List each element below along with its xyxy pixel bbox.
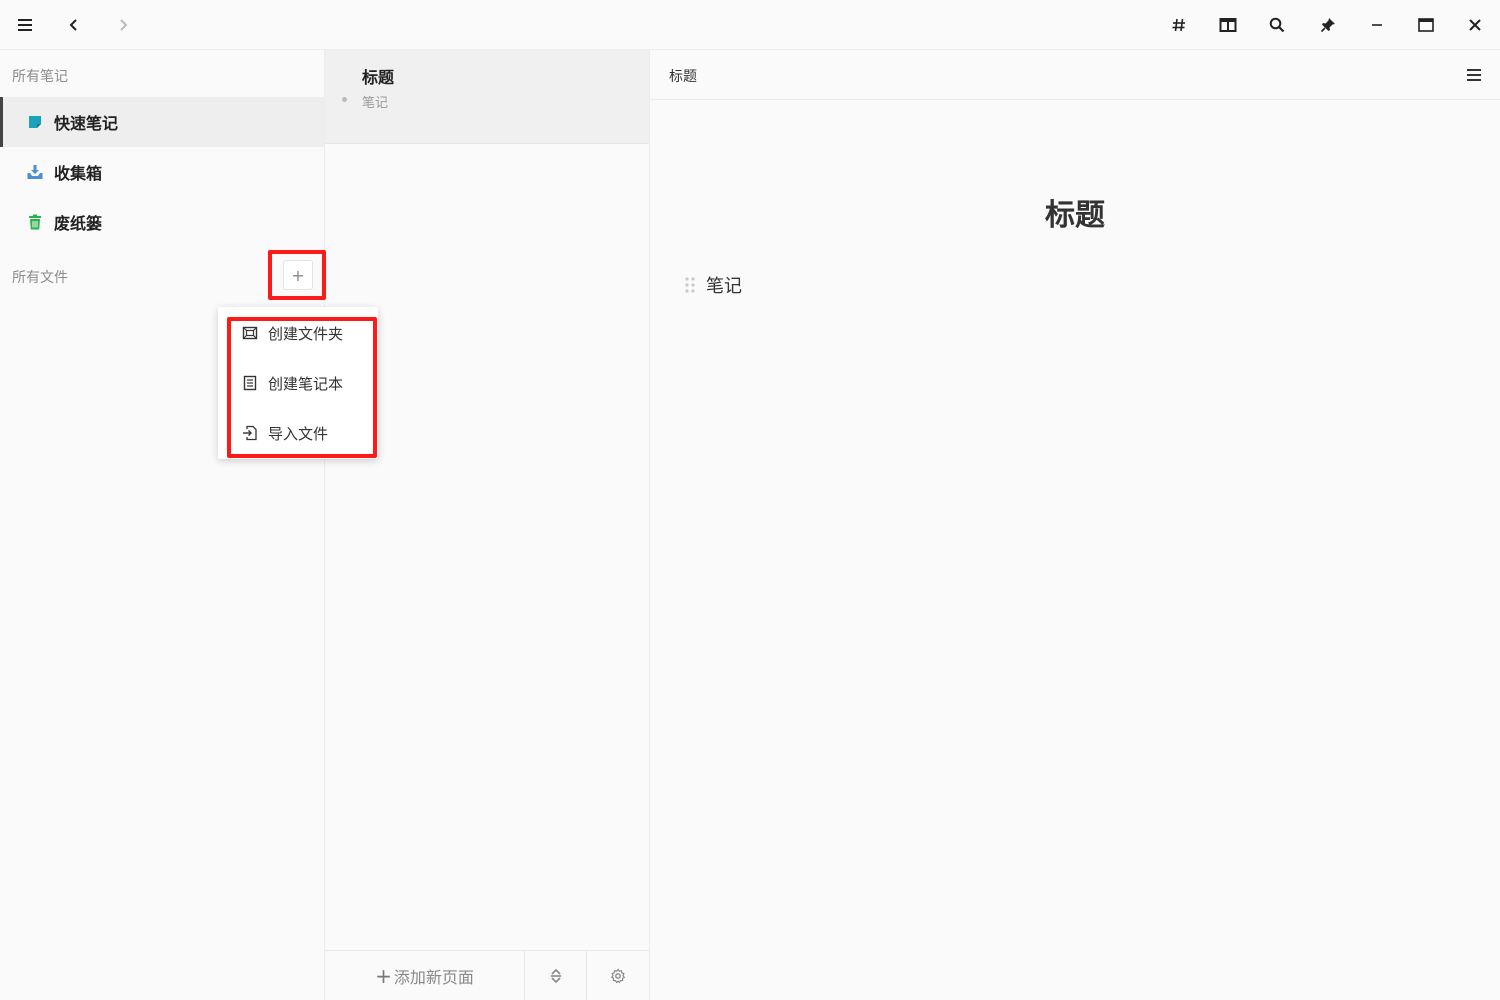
plus-icon: + [375, 964, 392, 988]
split-view-icon[interactable] [1212, 9, 1244, 41]
menu-icon[interactable] [9, 9, 41, 41]
sidebar: 所有笔记 快速笔记 收集箱 废纸篓 所有文件 + [0, 50, 325, 1000]
search-icon[interactable] [1261, 9, 1293, 41]
note-list: 标题 笔记 + 添加新页面 [325, 50, 650, 1000]
highlight-box-add [268, 250, 326, 300]
breadcrumb: 标题 [669, 69, 697, 85]
title-bar [0, 0, 1500, 50]
hashtag-icon[interactable] [1163, 9, 1195, 41]
editor: 标题 标题 笔记 [650, 50, 1500, 1000]
note-preview: 笔记 [362, 96, 389, 111]
bullet-icon [342, 97, 347, 102]
page-title[interactable]: 标题 [650, 190, 1500, 234]
sidebar-item-label: 收集箱 [54, 164, 103, 183]
more-menu-icon[interactable] [1460, 62, 1488, 88]
add-page-button[interactable]: + 添加新页面 [325, 951, 525, 1000]
block-text[interactable]: 笔记 [706, 272, 742, 298]
editor-header: 标题 [650, 50, 1500, 100]
sidebar-item-inbox[interactable]: 收集箱 [0, 147, 324, 197]
forward-icon[interactable] [107, 9, 139, 41]
highlight-box-menu [227, 317, 377, 458]
files-section-header: 所有文件 [12, 270, 68, 286]
inbox-icon [26, 163, 44, 181]
note-title: 标题 [362, 68, 395, 87]
sidebar-item-quick-notes[interactable]: 快速笔记 [0, 97, 324, 147]
sidebar-item-trash[interactable]: 废纸篓 [0, 197, 324, 247]
back-icon[interactable] [58, 9, 90, 41]
trash-icon [26, 213, 44, 231]
quick-note-icon [26, 113, 44, 131]
list-item[interactable]: 标题 笔记 [325, 50, 649, 144]
drag-handle-icon[interactable] [684, 276, 696, 294]
list-footer: + 添加新页面 [325, 950, 649, 1000]
settings-icon[interactable] [587, 951, 649, 1000]
pin-icon[interactable] [1312, 9, 1344, 41]
close-icon[interactable] [1459, 9, 1491, 41]
maximize-icon[interactable] [1410, 9, 1442, 41]
sidebar-item-label: 快速笔记 [54, 114, 119, 133]
notes-section-header: 所有笔记 [12, 69, 68, 85]
sort-icon[interactable] [525, 951, 587, 1000]
sidebar-item-label: 废纸篓 [54, 214, 103, 233]
add-page-label: 添加新页面 [393, 968, 474, 987]
minimize-icon[interactable] [1361, 9, 1393, 41]
